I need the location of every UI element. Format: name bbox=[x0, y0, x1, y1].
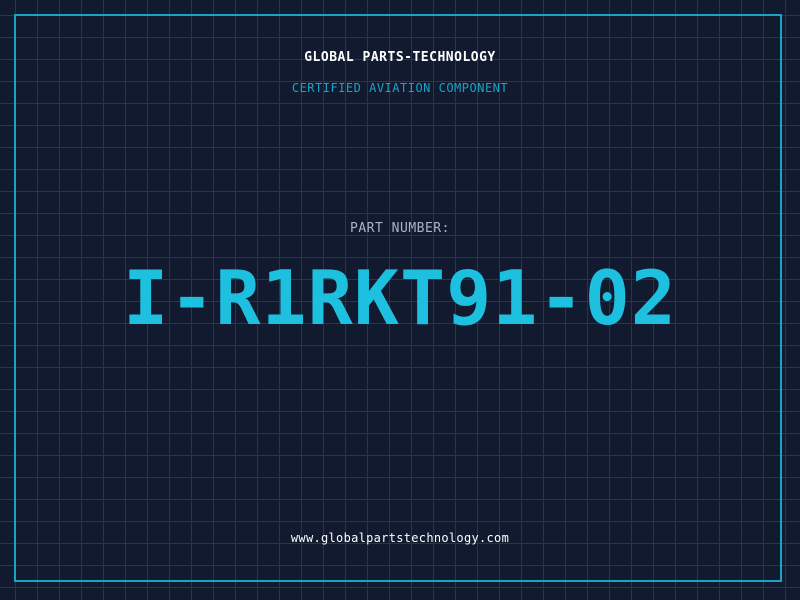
brand-title: GLOBAL PARTS-TECHNOLOGY bbox=[304, 50, 496, 65]
website-url: www.globalpartstechnology.com bbox=[290, 531, 510, 545]
part-number-value: I-R1RKT91-02 bbox=[123, 254, 677, 342]
part-number-label: PART NUMBER: bbox=[350, 221, 450, 236]
certification-subtitle: CERTIFIED AVIATION COMPONENT bbox=[291, 81, 509, 95]
